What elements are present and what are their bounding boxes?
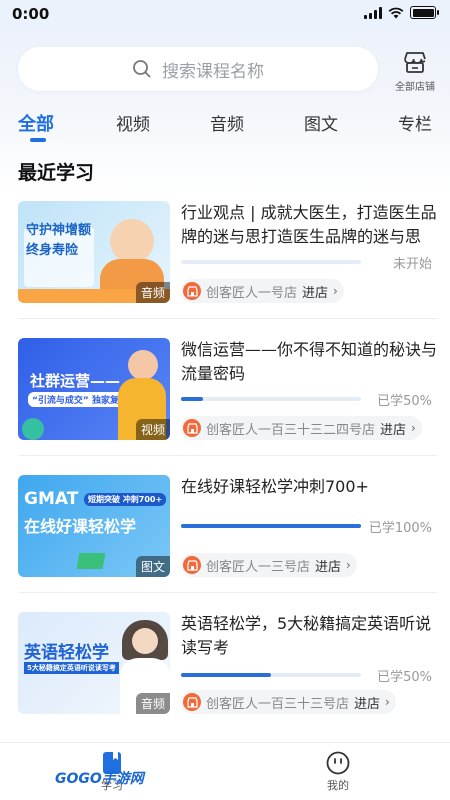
shop-icon (183, 556, 201, 574)
thumb-text: 短期突破 冲刺700+ (84, 493, 167, 506)
progress-bar (181, 524, 361, 528)
enter-store-link[interactable]: 进店 (354, 693, 380, 712)
shop-icon (183, 419, 201, 437)
search-placeholder: 搜索课程名称 (162, 61, 264, 82)
progress-bar (181, 397, 361, 401)
course-thumbnail: 守护神增额 终身寿险 音频 (18, 201, 170, 303)
tab-video[interactable]: 视频 (116, 110, 150, 135)
enter-store-link[interactable]: 进店 (302, 282, 328, 301)
thumb-text: 英语轻松学 (24, 643, 109, 663)
course-thumbnail: GMAT 短期突破 冲刺700+ 在线好课轻松学 图文 (18, 475, 170, 577)
status-time: 0:00 (12, 5, 50, 23)
search-input[interactable]: 搜索课程名称 (18, 47, 378, 91)
tab-audio[interactable]: 音频 (210, 110, 244, 135)
thumb-text: “引流与成交” 独家复盘 (28, 392, 132, 407)
category-tabs: 全部 视频 音频 图文 专栏 (0, 110, 450, 150)
course-title: 英语轻松学，5大秘籍搞定英语听说读写考 (181, 614, 432, 657)
shop-name: 创客匠人一三号店 (206, 559, 311, 575)
thumb-text: 社群运营—— (30, 372, 121, 390)
watermark: GOGO手游网 (55, 771, 144, 787)
shop-name: 创客匠人一百三十三二四号店 (206, 422, 376, 438)
progress-text: 已学100% (368, 521, 432, 536)
section-title: 最近学习 (18, 162, 95, 184)
tab-column[interactable]: 专栏 (398, 110, 432, 135)
course-thumbnail: 英语轻松学 5大秘籍搞定英语听说读写考 音频 (18, 612, 170, 714)
store-chip[interactable]: 创客匠人一百三十三号店 进店 › (181, 690, 396, 714)
type-badge: 音频 (135, 282, 170, 303)
status-icons (364, 6, 439, 19)
chevron-right-icon: › (385, 695, 390, 709)
progress-text: 已学50% (377, 394, 432, 409)
course-item[interactable]: 社群运营—— “引流与成交” 独家复盘 视频 微信运营——你不得不知道的秘诀与流… (18, 338, 438, 442)
tab-article[interactable]: 图文 (304, 110, 338, 135)
store-chip[interactable]: 创客匠人一号店 进店 › (181, 279, 344, 303)
thumb-text: 守护神增额 (26, 223, 92, 238)
type-badge: 图文 (135, 556, 170, 577)
tab-indicator (30, 138, 46, 142)
chevron-right-icon: › (411, 421, 416, 435)
status-bar: 0:00 (0, 0, 450, 30)
divider (18, 318, 438, 319)
type-badge: 视频 (135, 419, 170, 440)
course-item[interactable]: GMAT 短期突破 冲刺700+ 在线好课轻松学 图文 在线好课轻松学冲刺700… (18, 475, 438, 579)
store-chip[interactable]: 创客匠人一三号店 进店 › (181, 553, 357, 577)
thumb-text: 终身寿险 (26, 243, 79, 258)
shop-icon (183, 693, 201, 711)
chevron-right-icon: › (346, 558, 351, 572)
course-title: 在线好课轻松学冲刺700+ (181, 477, 369, 496)
chevron-right-icon: › (333, 284, 338, 298)
progress-text: 未开始 (392, 257, 432, 272)
search-icon (133, 60, 151, 78)
nav-profile[interactable]: 我的 (298, 751, 378, 793)
course-item[interactable]: 守护神增额 终身寿险 音频 行业观点 | 成就大医生，打造医生品牌的迷与思打造医… (18, 201, 438, 305)
store-chip[interactable]: 创客匠人一百三十三二四号店 进店 › (181, 416, 422, 440)
wifi-icon (388, 7, 404, 18)
progress-bar (181, 260, 361, 264)
course-title: 行业观点 | 成就大医生，打造医生品牌的迷与思打造医生品牌的迷与思 (181, 203, 437, 246)
course-item[interactable]: 英语轻松学 5大秘籍搞定英语听说读写考 音频 英语轻松学，5大秘籍搞定英语听说读… (18, 612, 438, 716)
nav-label: 我的 (327, 779, 349, 792)
signal-icon (364, 6, 382, 19)
divider (18, 455, 438, 456)
thumb-text: GMAT (24, 489, 79, 509)
course-title: 微信运营——你不得不知道的秘诀与流量密码 (181, 340, 438, 383)
progress-bar (181, 673, 361, 677)
profile-icon (326, 751, 350, 775)
enter-store-link[interactable]: 进店 (380, 419, 406, 438)
shop-icon (183, 282, 201, 300)
shop-name: 创客匠人一百三十三号店 (206, 696, 350, 712)
shop-name: 创客匠人一号店 (206, 285, 298, 301)
thumb-text: 5大秘籍搞定英语听说读写考 (24, 662, 119, 674)
all-stores-button[interactable]: 全部店铺 (390, 50, 440, 93)
thumb-text: 在线好课轻松学 (24, 517, 137, 536)
type-badge: 音频 (135, 693, 170, 714)
battery-icon (410, 6, 439, 19)
store-icon (404, 52, 426, 73)
tab-all[interactable]: 全部 (18, 110, 54, 136)
all-stores-label: 全部店铺 (395, 82, 435, 93)
progress-text: 已学50% (377, 670, 432, 685)
course-thumbnail: 社群运营—— “引流与成交” 独家复盘 视频 (18, 338, 170, 440)
divider (18, 592, 438, 593)
enter-store-link[interactable]: 进店 (315, 556, 341, 575)
